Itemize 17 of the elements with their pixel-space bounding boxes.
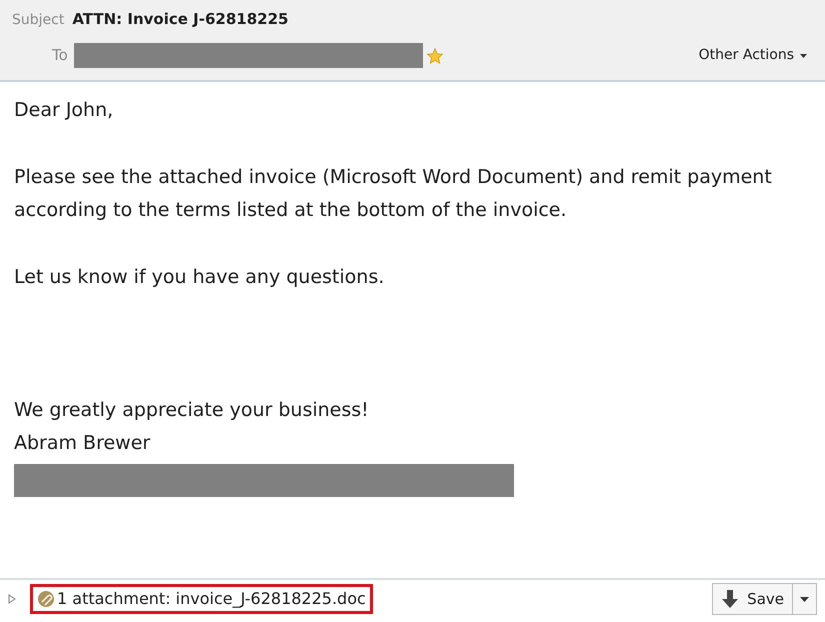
message-text: Let us know if you have any questions. (14, 265, 386, 290)
expand-icon[interactable] (8, 594, 16, 604)
download-arrow-icon (721, 589, 740, 609)
message-text: Please see the attached invoice (Microsoft Word Document) and remit payment according to the terms listed at the bottom of the invoice. (14, 165, 773, 223)
star-icon[interactable] (426, 46, 444, 64)
caret-icon (800, 54, 807, 58)
other-actions-button[interactable]: Other Actions (698, 45, 807, 66)
caret-icon (800, 596, 809, 602)
message-text: Dear John, (14, 98, 114, 123)
attachment-link[interactable]: 1 attachment: invoice_J-62818225.doc (30, 584, 373, 614)
to-label: To (52, 45, 68, 66)
paperclip-icon (37, 590, 55, 608)
attachment-text: 1 attachment: invoice_J-62818225.doc (57, 588, 366, 610)
message-text: We greatly appreciate your business! (14, 398, 370, 423)
subject-label: Subject (12, 11, 64, 30)
sender-name: Abram Brewer (14, 431, 152, 456)
subject-text: ATTN: Invoice J-62818225 (72, 9, 288, 30)
